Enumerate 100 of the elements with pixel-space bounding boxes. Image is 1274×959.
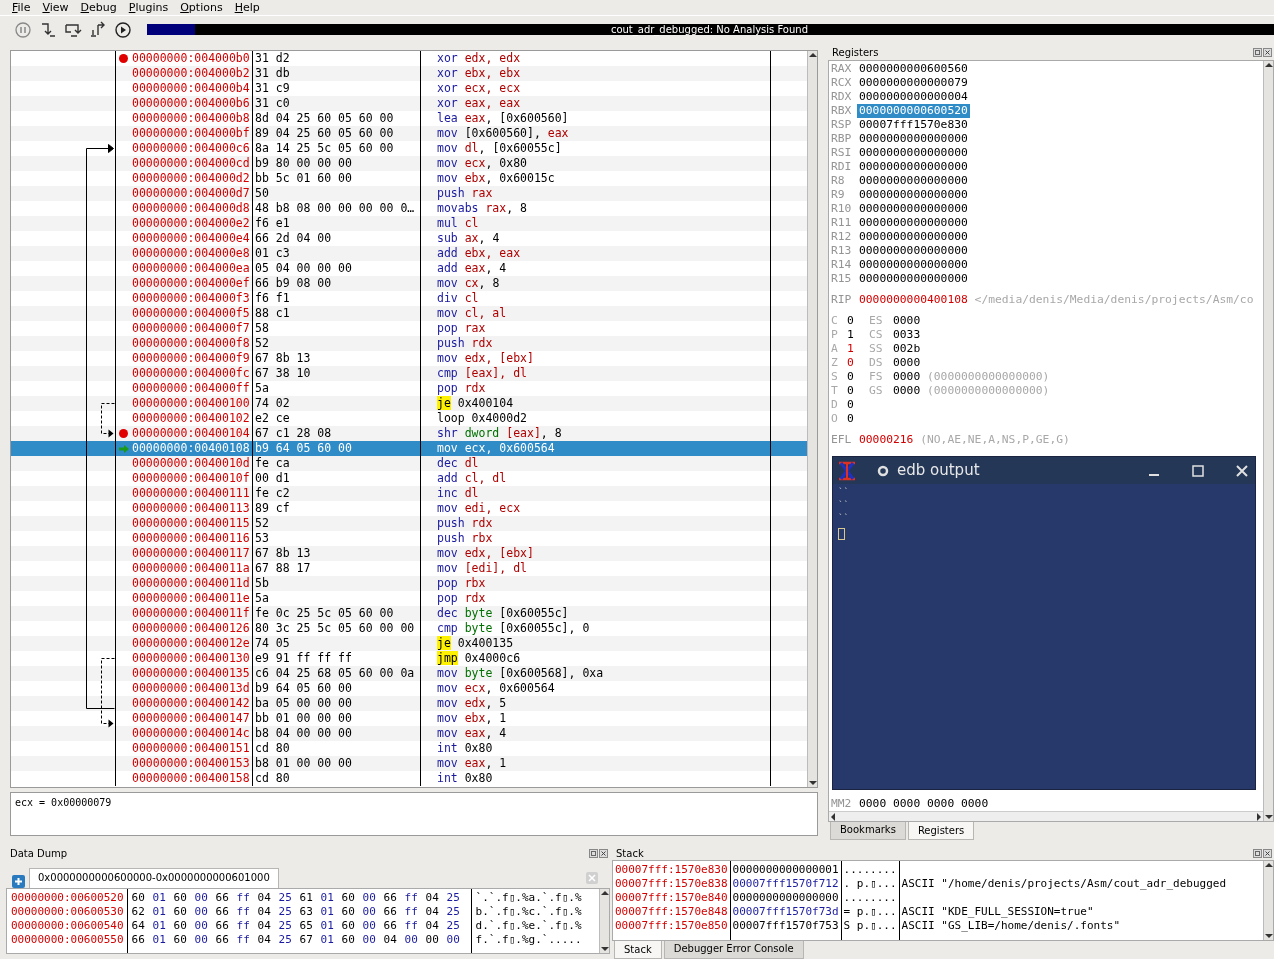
register-value[interactable]: 0000000000000000 xyxy=(859,202,968,216)
disassembly-row[interactable]: 00000000:004000e2 f6 e1 mul cl xyxy=(11,216,807,231)
register-value[interactable]: 0000000000600560 xyxy=(859,62,968,76)
dock-tab[interactable]: Debugger Error Console xyxy=(663,941,804,959)
flag-value[interactable]: 0 xyxy=(847,370,854,384)
register-value[interactable]: 0000000000000000 xyxy=(859,258,968,272)
disassembly-row[interactable]: 00000000:00400104 67 c1 28 08 shr dword [eax], 8 xyxy=(11,426,807,441)
disassembly-row[interactable]: 00000000:004000f5 88 c1 mov cl, al xyxy=(11,306,807,321)
register-value[interactable]: 0000 xyxy=(893,356,921,370)
disassembly-row[interactable]: 00000000:00400153 b8 01 00 00 00 mov eax, 1 xyxy=(11,756,807,771)
disassembly-row[interactable]: 00000000:00400142 ba 05 00 00 00 mov edx, 5 xyxy=(11,696,807,711)
scrollbar[interactable] xyxy=(829,811,1263,821)
disassembly-row[interactable]: 00000000:004000fc 67 38 10 cmp [eax], dl xyxy=(11,366,807,381)
register-value[interactable]: 0000000000000000 xyxy=(859,160,968,174)
scroll-down-icon[interactable] xyxy=(1264,813,1273,821)
scrollbar[interactable] xyxy=(807,51,817,787)
dock-tab[interactable]: Stack xyxy=(614,941,662,959)
scroll-down-icon[interactable] xyxy=(600,945,609,953)
disassembly-row[interactable]: 00000000:004000f8 52 push rdx xyxy=(11,336,807,351)
float-icon[interactable] xyxy=(589,848,598,858)
register-value[interactable]: 0000000000600520 xyxy=(857,104,970,118)
step-into-icon[interactable] xyxy=(39,20,57,39)
menu-item[interactable]: Debug xyxy=(74,0,123,15)
status-text: ecx = 0x00000079 xyxy=(10,792,818,836)
disassembly-row[interactable]: 00000000:004000bf 89 04 25 60 05 60 00 mov [0x600560], eax xyxy=(11,126,807,141)
maximize-icon[interactable] xyxy=(1191,463,1205,478)
scroll-up-icon[interactable] xyxy=(600,889,609,897)
close-icon[interactable] xyxy=(599,848,608,858)
disassembly-row[interactable]: 00000000:004000b6 31 c0 xor eax, eax xyxy=(11,96,807,111)
breakpoint-icon[interactable] xyxy=(119,54,128,63)
tab[interactable]: 0x0000000000600000-0x0000000000601000 xyxy=(29,868,279,888)
add-tab-icon[interactable] xyxy=(12,875,25,888)
register-value[interactable]: 00007fff1570e830 xyxy=(859,118,968,132)
flag-value[interactable]: 1 xyxy=(847,328,854,342)
register-value[interactable]: 00000216 xyxy=(859,433,914,447)
scrollbar[interactable] xyxy=(1263,861,1273,940)
flag-value[interactable]: 0 xyxy=(847,384,854,398)
menu-item[interactable]: Help xyxy=(228,0,266,15)
scroll-down-icon[interactable] xyxy=(1264,932,1273,940)
disassembly-row[interactable]: 00000000:00400158 cd 80 int 0x80 xyxy=(11,771,807,786)
close-icon[interactable] xyxy=(1263,848,1272,858)
register-value[interactable]: 0000 0000 0000 0000 xyxy=(859,797,989,811)
register-value[interactable]: 0000000000000004 xyxy=(859,90,968,104)
flag-value[interactable]: 0 xyxy=(847,412,854,426)
register-value[interactable]: 0000000000000000 xyxy=(859,188,968,202)
disassembly-row[interactable]: 00000000:004000e8 01 c3 add ebx, eax xyxy=(11,246,807,261)
disassembly-row[interactable]: 00000000:0040014c b8 04 00 00 00 mov eax, 4 xyxy=(11,726,807,741)
register-value[interactable]: 002b xyxy=(893,342,921,356)
register-value[interactable]: 0000000000400108 xyxy=(859,293,968,307)
disassembly-row[interactable]: 00000000:004000d7 50 push rax xyxy=(11,186,807,201)
scroll-up-icon[interactable] xyxy=(1264,61,1273,69)
disassembly-row[interactable]: 00000000:00400135 c6 04 25 68 05 60 00 0a mov byte [0x600568], 0xa xyxy=(11,666,807,681)
play-icon[interactable] xyxy=(114,20,132,39)
flag-value[interactable]: 1 xyxy=(847,342,854,356)
flag-value[interactable]: 0 xyxy=(847,398,854,412)
register-value[interactable]: 0000000000000000 xyxy=(859,216,968,230)
float-icon[interactable] xyxy=(1253,848,1262,858)
register-value[interactable]: 0033 xyxy=(893,328,921,342)
scroll-up-icon[interactable] xyxy=(808,51,817,59)
flag-value[interactable]: 0 xyxy=(847,314,854,328)
step-out-icon[interactable] xyxy=(89,20,107,39)
pin-icon[interactable] xyxy=(877,464,889,477)
menu-item[interactable]: File xyxy=(6,0,37,15)
menu-item[interactable]: View xyxy=(36,0,75,15)
register-value[interactable]: 0000000000000079 xyxy=(859,76,968,90)
disassembly-row[interactable]: 00000000:00400111 fe c2 inc dl xyxy=(11,486,807,501)
flag-value[interactable]: 0 xyxy=(847,356,854,370)
disassembly-row[interactable]: 00000000:004000cd b9 80 00 00 00 mov ecx, 0x80 xyxy=(11,156,807,171)
register-value[interactable]: 0000000000000000 xyxy=(859,174,968,188)
register-value[interactable]: 0000000000000000 xyxy=(859,230,968,244)
scroll-up-icon[interactable] xyxy=(1264,861,1273,869)
scroll-down-icon[interactable] xyxy=(808,779,817,787)
dock-tab[interactable]: Registers xyxy=(907,822,975,840)
disassembly-row[interactable]: 00000000:004000b2 31 db xor ebx, ebx xyxy=(11,66,807,81)
dock-tab[interactable]: Bookmarks xyxy=(830,822,906,840)
float-icon[interactable] xyxy=(1253,47,1262,57)
disassembly-row[interactable]: 00000000:0040011f fe 0c 25 5c 05 60 00 dec byte [0x60055c] xyxy=(11,606,807,621)
register-value[interactable]: 0000000000000000 xyxy=(859,244,968,258)
register-value[interactable]: 0000 xyxy=(893,370,921,384)
current-instruction-row[interactable]: 00000000:00400108 b9 64 05 60 00 mov ecx, 0x600564 xyxy=(11,441,807,456)
disassembly-row[interactable]: 00000000:00400115 52 push rdx xyxy=(11,516,807,531)
disassembly-row[interactable]: 00000000:0040011d 5b pop rbx xyxy=(11,576,807,591)
register-value[interactable]: 0000 xyxy=(893,314,921,328)
disassembly-row[interactable]: 00000000:0040010d fe ca dec dl xyxy=(11,456,807,471)
menu-item[interactable]: Plugins xyxy=(122,0,175,15)
close-icon[interactable] xyxy=(1263,47,1272,57)
breakpoint-icon[interactable] xyxy=(119,429,128,438)
scrollbar[interactable] xyxy=(599,889,609,953)
scroll-left-icon[interactable] xyxy=(829,812,837,821)
scrollbar[interactable] xyxy=(1263,61,1273,821)
disassembly-row[interactable]: 00000000:00400100 74 02 je 0x400104 xyxy=(11,396,807,411)
register-value[interactable]: 0000 xyxy=(893,384,921,398)
register-value[interactable]: 0000000000000000 xyxy=(859,132,968,146)
pause-icon[interactable] xyxy=(14,20,32,39)
menu-item[interactable]: Options xyxy=(174,0,229,15)
disassembly-row[interactable]: 00000000:0040012e 74 05 je 0x400135 xyxy=(11,636,807,651)
disassembly-row[interactable]: 00000000:004000ef 66 b9 08 00 mov cx, 8 xyxy=(11,276,807,291)
register-value[interactable]: 0000000000000000 xyxy=(859,146,968,160)
disassembly-row[interactable]: 00000000:00400117 67 8b 13 mov edx, [ebx] xyxy=(11,546,807,561)
register-value[interactable]: 0000000000000000 xyxy=(859,272,968,286)
